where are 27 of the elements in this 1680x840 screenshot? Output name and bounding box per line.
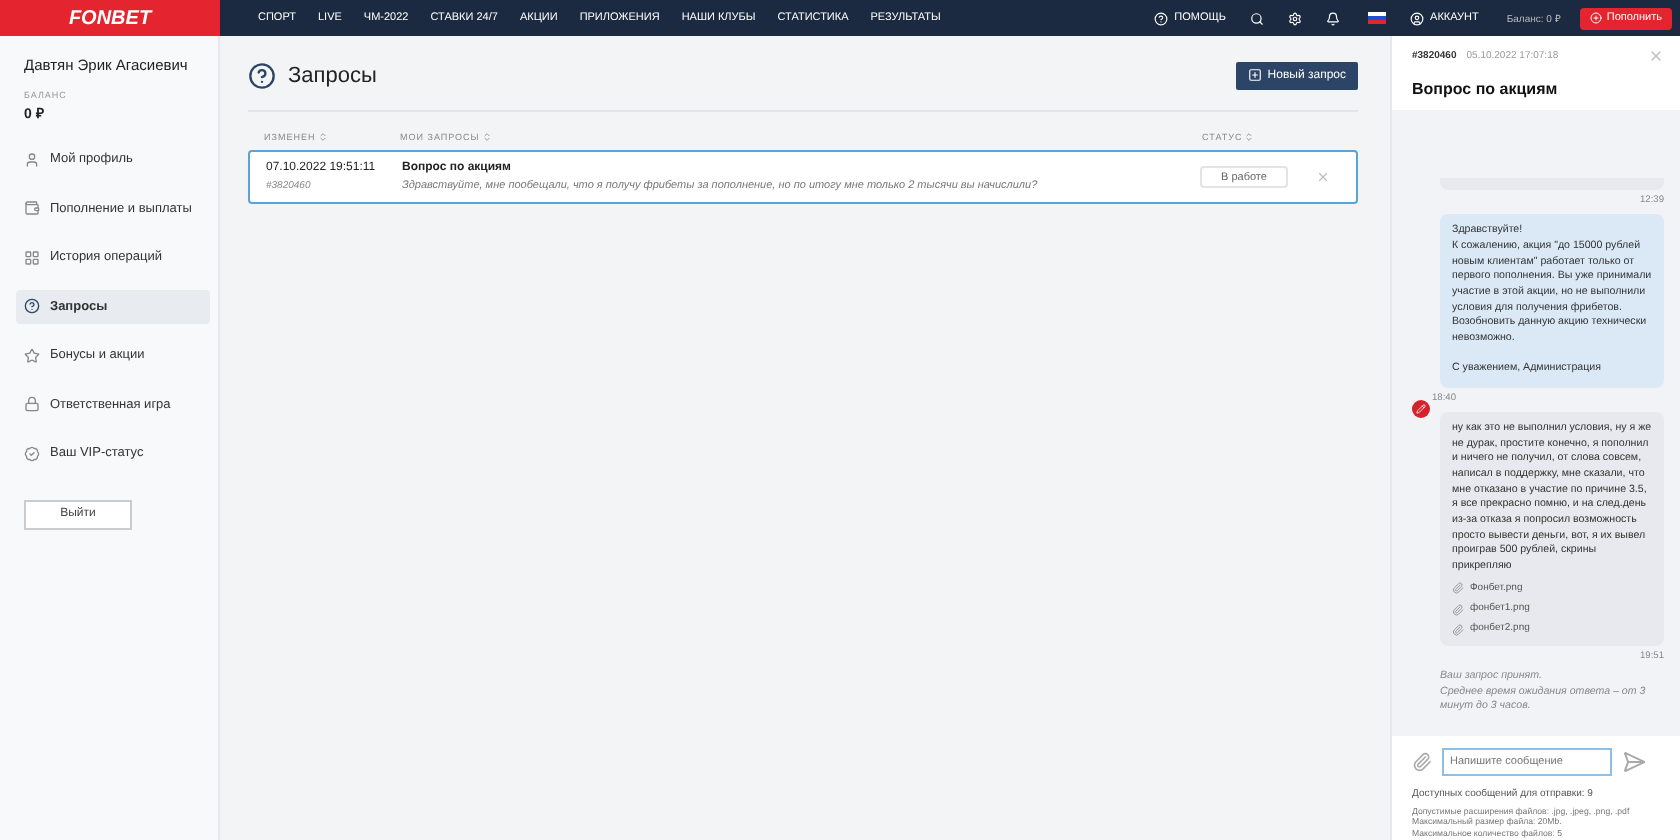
- page-title: Запросы: [288, 63, 379, 87]
- bell-icon[interactable]: [1326, 11, 1341, 25]
- sort-icon[interactable]: [481, 132, 492, 142]
- user-icon: [24, 151, 40, 167]
- close-icon[interactable]: [1316, 170, 1330, 184]
- pencil-icon: [1416, 403, 1426, 414]
- help-icon[interactable]: [1154, 11, 1169, 25]
- grid-icon: [24, 249, 40, 265]
- wallet-icon: [24, 200, 40, 216]
- account-icon[interactable]: [1410, 11, 1425, 25]
- chat-title: Вопрос по акциям: [1412, 80, 1560, 98]
- plus-icon: [1590, 12, 1603, 24]
- flag-icon[interactable]: [1368, 11, 1387, 25]
- settings-icon[interactable]: [1288, 11, 1303, 25]
- badge-icon: [24, 445, 40, 461]
- brand-logo[interactable]: FONBET: [0, 0, 220, 36]
- question-icon: [248, 61, 276, 89]
- sort-icon[interactable]: [1244, 132, 1255, 142]
- send-icon[interactable]: [1622, 749, 1646, 774]
- star-icon: [24, 347, 40, 363]
- close-icon[interactable]: [1648, 48, 1664, 64]
- question-icon: [24, 298, 40, 314]
- lock-icon: [24, 396, 40, 412]
- sort-icon[interactable]: [317, 132, 328, 142]
- plus-icon: [1247, 68, 1262, 82]
- attach-icon[interactable]: [1412, 751, 1432, 772]
- search-icon[interactable]: [1250, 11, 1265, 25]
